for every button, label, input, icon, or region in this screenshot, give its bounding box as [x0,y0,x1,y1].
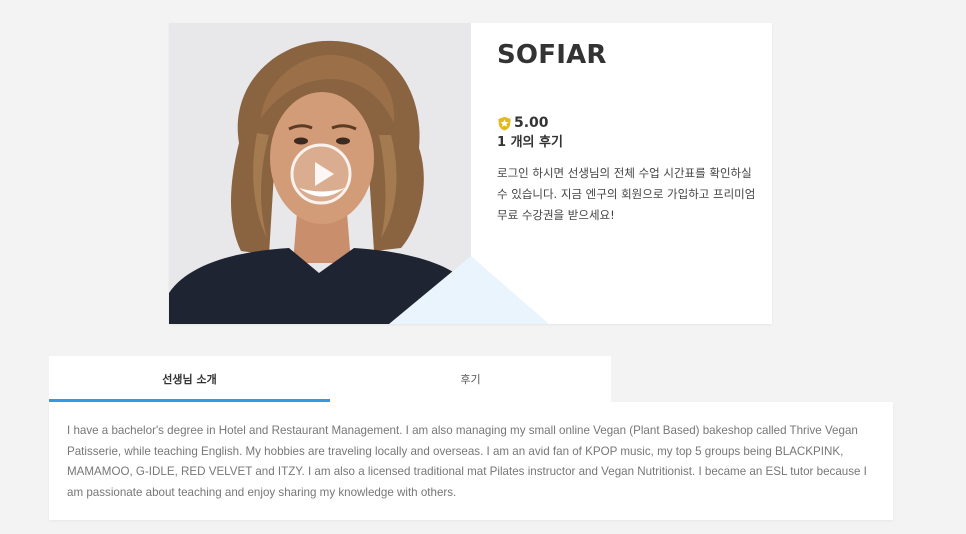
tab-teacher-intro[interactable]: 선생님 소개 [49,356,330,402]
teacher-profile-card: SOFIAR 5.00 1 개의 후기 로그인 하시면 선생님의 전체 수업 시… [169,23,772,324]
profile-tabs: 선생님 소개 후기 [49,356,611,402]
teacher-rating: 5.00 [497,115,549,131]
tab-reviews[interactable]: 후기 [330,356,611,402]
review-count: 1 개의 후기 [497,135,563,150]
rating-value: 5.00 [514,115,549,131]
intro-panel: I have a bachelor's degree in Hotel and … [49,402,893,520]
intro-text: I have a bachelor's degree in Hotel and … [67,424,867,499]
login-notice: 로그인 하시면 선생님의 전체 수업 시간표를 확인하실 수 있습니다. 지금 … [497,166,756,222]
tab-label: 후기 [460,373,481,386]
decorative-triangle [389,256,549,324]
play-circle-icon[interactable] [288,141,354,207]
tab-label: 선생님 소개 [162,373,217,386]
star-shield-icon [498,116,511,131]
teacher-name: SOFIAR [497,40,607,70]
